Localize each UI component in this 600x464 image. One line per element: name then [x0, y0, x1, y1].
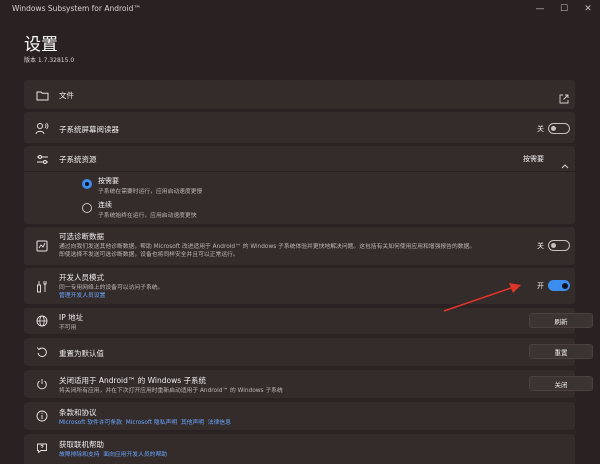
annotation-arrow: [443, 283, 521, 312]
wsa-settings-window: Windows Subsystem for Android™ — ☐ ✕ 设置 …: [0, 0, 600, 464]
